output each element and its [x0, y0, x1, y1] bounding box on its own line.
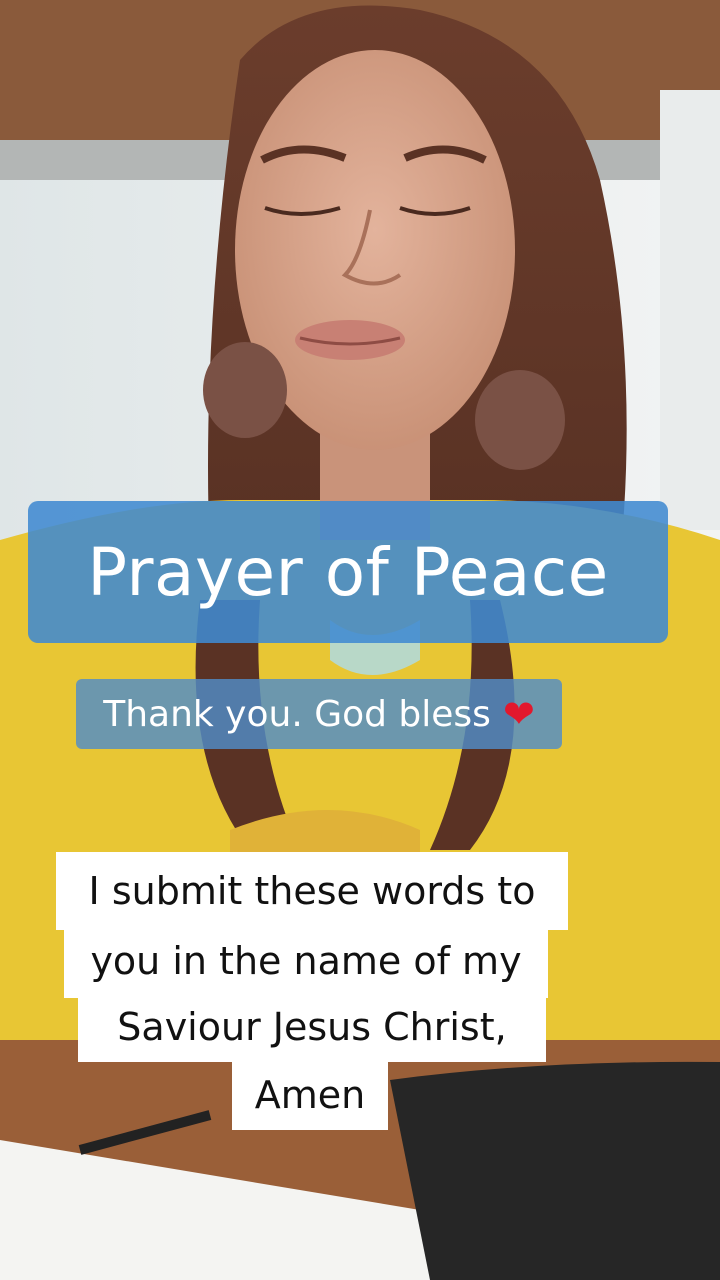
prayer-line-4: Amen [232, 1060, 388, 1130]
prayer-line-2: you in the name of my [64, 924, 548, 998]
prayer-line-1: I submit these words to [56, 852, 568, 930]
prayer-line-3: Saviour Jesus Christ, [78, 992, 546, 1062]
prayer-text-block: I submit these words to you in the name … [0, 0, 720, 1280]
video-frame: Prayer of Peace Thank you. God bless ❤ I… [0, 0, 720, 1280]
